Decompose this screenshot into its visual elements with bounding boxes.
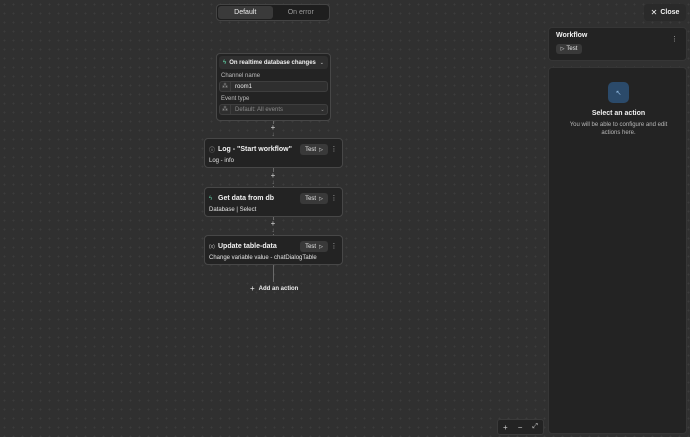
close-icon: ✕ xyxy=(650,8,658,17)
action-subtitle: Database | Select xyxy=(209,207,257,213)
add-action-label: Add an action xyxy=(258,285,299,292)
trigger-select[interactable]: ϟ On realtime database changes ⌄ xyxy=(219,56,328,69)
add-step-plus-icon[interactable]: + xyxy=(269,124,277,132)
test-label: Test xyxy=(305,146,317,153)
test-button[interactable]: Test ▷ xyxy=(300,241,328,252)
workflow-panel: Workflow ⋮ ▷ Test xyxy=(548,27,687,61)
action-subtitle: Log - info xyxy=(209,158,235,164)
more-menu-icon[interactable]: ⋮ xyxy=(330,195,338,202)
connector-line xyxy=(273,265,274,282)
play-icon: ▷ xyxy=(319,243,323,250)
workflow-tabs: Default On error xyxy=(216,4,330,21)
test-label: Test xyxy=(305,195,317,202)
close-button[interactable]: ✕ Close xyxy=(644,4,686,21)
zoom-out-icon[interactable]: − xyxy=(518,423,523,432)
select-action-description: You will be able to configure and edit a… xyxy=(569,122,668,136)
channel-name-value: room1 xyxy=(235,83,253,90)
workflow-test-button[interactable]: ▷ Test xyxy=(556,44,582,54)
add-step-plus-icon[interactable]: + xyxy=(269,220,277,228)
play-icon: ▷ xyxy=(319,146,323,153)
zoom-in-icon[interactable]: + xyxy=(503,423,508,432)
test-label: Test xyxy=(566,46,578,52)
channel-name-field[interactable]: ⁂ room1 xyxy=(219,81,328,92)
action-config-panel: ↖ Select an action You will be able to c… xyxy=(548,67,687,434)
variable-icon: (x) xyxy=(209,243,215,250)
bolt-icon: ϟ xyxy=(209,195,213,202)
plus-icon: + xyxy=(250,284,255,293)
test-button[interactable]: Test ▷ xyxy=(300,144,328,155)
info-icon: ⓘ xyxy=(209,148,216,154)
more-menu-icon[interactable]: ⋮ xyxy=(330,243,338,250)
zoom-controls: + − ⤢ xyxy=(497,419,544,435)
workflow-title: Workflow xyxy=(556,32,588,39)
play-icon: ▷ xyxy=(319,195,323,202)
action-subtitle: Change variable value - chatDialogTable xyxy=(209,255,317,261)
trigger-card: ϟ On realtime database changes ⌄ Channel… xyxy=(216,53,331,121)
action-card-update-table[interactable]: (x) Update table-data Test ▷ ⋮ Change va… xyxy=(204,235,343,265)
arrow-down-icon: ↓ xyxy=(269,180,277,186)
chevron-down-icon: ⌄ xyxy=(320,106,325,113)
select-action-title: Select an action xyxy=(591,110,646,117)
chevron-down-icon: ⌄ xyxy=(319,59,324,66)
more-menu-icon[interactable]: ⋮ xyxy=(330,146,338,153)
add-step-plus-icon[interactable]: + xyxy=(269,172,277,180)
action-title: Get data from db xyxy=(218,195,275,202)
formula-icon: ⁂ xyxy=(220,105,231,114)
event-type-value: Default: All events xyxy=(235,106,284,113)
test-label: Test xyxy=(305,243,317,250)
action-card-log[interactable]: ⓘ Log - "Start workflow" Test ▷ ⋮ Log - … xyxy=(204,138,343,168)
action-title: Update table-data xyxy=(218,243,277,250)
channel-name-label: Channel name xyxy=(221,73,261,79)
event-type-select[interactable]: ⁂ Default: All events ⌄ xyxy=(219,104,328,115)
formula-icon: ⁂ xyxy=(220,82,231,91)
event-type-label: Event type xyxy=(221,96,250,102)
add-action-button[interactable]: + Add an action xyxy=(250,284,298,293)
close-label: Close xyxy=(660,9,680,16)
tab-on-error[interactable]: On error xyxy=(274,6,329,19)
cursor-click-icon: ↖ xyxy=(608,82,629,103)
arrow-down-icon: ↓ xyxy=(269,228,277,234)
test-button[interactable]: Test ▷ xyxy=(300,193,328,204)
tab-default[interactable]: Default xyxy=(218,6,273,19)
trigger-label: On realtime database changes xyxy=(229,59,316,66)
play-icon: ▷ xyxy=(560,46,565,52)
fit-view-icon[interactable]: ⤢ xyxy=(532,423,538,431)
action-card-get-data[interactable]: ϟ Get data from db Test ▷ ⋮ Database | S… xyxy=(204,187,343,217)
bolt-icon: ϟ xyxy=(223,59,227,66)
more-menu-icon[interactable]: ⋮ xyxy=(671,35,678,43)
action-title: Log - "Start workflow" xyxy=(218,146,292,153)
